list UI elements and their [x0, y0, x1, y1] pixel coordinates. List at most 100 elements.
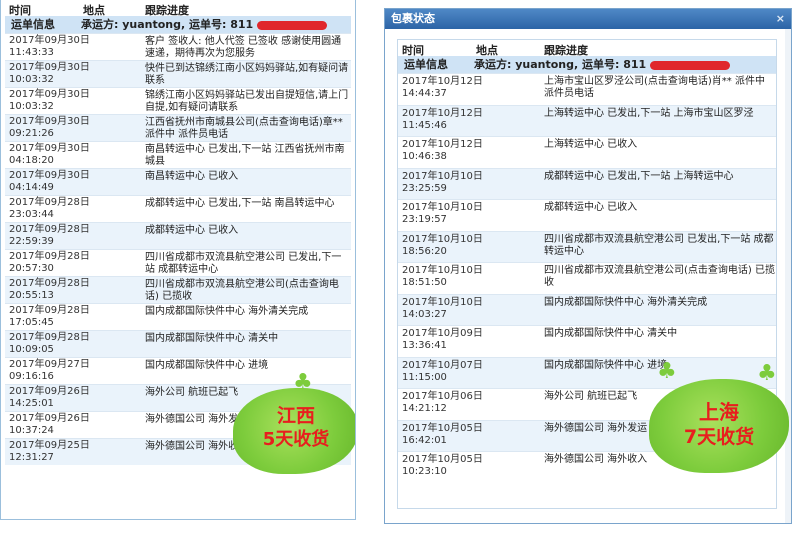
tracking-row: 2017年09月28日 17:05:45 国内成都国际快件中心 海外清关完成	[5, 303, 351, 330]
row-time: 2017年10月07日 11:15:00	[402, 359, 483, 383]
waybill-info: 运单信息 承运方: yuantong, 运单号: 811	[398, 56, 776, 73]
sticker-line1: 江西	[276, 405, 315, 427]
waybill-text: 承运方: yuantong, 运单号: 811	[474, 58, 647, 71]
clover-icon: ♣	[757, 361, 777, 386]
tracking-row: 2017年09月28日 20:55:13 四川省成都市双流县航空港公司(点击查询电…	[5, 276, 351, 303]
tracking-row: 2017年09月28日 22:59:39 成都转运中心 已收入	[5, 222, 351, 249]
row-time: 2017年10月10日 23:25:59	[402, 170, 483, 194]
row-time: 2017年10月12日 11:45:46	[402, 107, 483, 131]
tracking-row: 2017年09月30日 04:14:49 南昌转运中心 已收入	[5, 168, 351, 195]
waybill-info: 运单信息 承运方: yuantong, 运单号: 811	[5, 16, 351, 33]
row-progress: 四川省成都市双流县航空港公司 已发出,下一站 成都转运中心	[145, 252, 342, 275]
tracking-row: 2017年09月28日 23:03:44 成都转运中心 已发出,下一站 南昌转运中…	[5, 195, 351, 222]
package-status-window: 包裹状态 × 时间 地点 跟踪进度 运单信息 承运方: yuantong, 运单号…	[384, 8, 792, 524]
row-progress: 锦绣江南小区妈妈驿站已发出自提短信,请上门自提,如有疑问请联系	[145, 90, 349, 113]
row-progress: 江西省抚州市南城县公司(点击查询电话)章** 派件中 派件员电话	[145, 117, 343, 140]
row-time: 2017年09月28日 22:59:39	[9, 224, 90, 247]
close-icon[interactable]: ×	[776, 9, 785, 29]
tracking-row: 2017年09月30日 09:21:26 江西省抚州市南城县公司(点击查询电话)章…	[5, 114, 351, 141]
jiangxi-sticker: ♣ 江西 5天收货	[233, 370, 355, 478]
row-progress: 国内成都国际快件中心 海外清关完成	[544, 296, 708, 308]
tracking-row: 2017年10月09日 13:36:41 国内成都国际快件中心 清关中	[398, 325, 776, 357]
table-header: 时间 地点 跟踪进度	[5, 0, 351, 17]
row-time: 2017年09月28日 17:05:45	[9, 305, 90, 328]
row-time: 2017年10月06日 14:21:12	[402, 391, 483, 414]
tracking-row: 2017年10月10日 14:03:27 国内成都国际快件中心 海外清关完成	[398, 293, 776, 325]
tracking-row: 2017年10月12日 11:45:46 上海转运中心 已发出,下一站 上海市宝山…	[398, 104, 776, 136]
row-time: 2017年09月28日 20:55:13	[9, 278, 90, 301]
row-time: 2017年09月30日 10:03:32	[9, 62, 90, 85]
header-time: 时间	[402, 44, 424, 57]
row-time: 2017年10月10日 23:19:57	[402, 202, 483, 225]
tracking-row: 2017年10月10日 23:25:59 成都转运中心 已发出,下一站 上海转运中…	[398, 167, 776, 199]
row-progress: 南昌转运中心 已收入	[145, 171, 239, 182]
row-progress: 四川省成都市双流县航空港公司 已发出,下一站 成都转运中心	[544, 233, 774, 257]
sticker-line2: 7天收货	[683, 426, 755, 448]
row-progress: 四川省成都市双流县航空港公司(点击查询电话) 已揽收	[544, 265, 775, 288]
waybill-text: 承运方: yuantong, 运单号: 811	[81, 18, 254, 31]
tracking-row: 2017年09月30日 11:43:33 客户 签收人: 他人代签 已签收 感谢使…	[5, 33, 351, 60]
tracking-row: 2017年10月10日 23:19:57 成都转运中心 已收入	[398, 199, 776, 231]
row-time: 2017年09月27日 09:16:16	[9, 359, 90, 382]
window-titlebar: 包裹状态 ×	[385, 9, 791, 29]
window-title: 包裹状态	[391, 12, 435, 25]
row-progress: 南昌转运中心 已发出,下一站 江西省抚州市南城县	[145, 144, 345, 167]
row-progress: 四川省成都市双流县航空港公司(点击查询电话) 已揽收	[145, 279, 339, 302]
row-time: 2017年10月05日 16:42:01	[402, 422, 483, 446]
table-header: 时间 地点 跟踪进度	[398, 40, 776, 57]
row-progress: 快件已到达锦绣江南小区妈妈驿站,如有疑问请联系	[145, 63, 349, 86]
tracking-row: 2017年10月12日 10:46:38 上海转运中心 已收入	[398, 136, 776, 168]
row-time: 2017年09月25日 12:31:27	[9, 440, 90, 463]
row-progress: 成都转运中心 已发出,下一站 南昌转运中心	[145, 198, 335, 209]
redaction-mark	[650, 60, 731, 70]
row-progress: 上海市宝山区罗泾公司(点击查询电话)肖** 派件中 派件员电话	[544, 76, 765, 99]
row-progress: 国内成都国际快件中心 清关中	[145, 333, 279, 344]
row-time: 2017年09月28日 23:03:44	[9, 197, 90, 220]
row-time: 2017年09月26日 10:37:24	[9, 413, 90, 436]
row-progress: 国内成都国际快件中心 清关中	[544, 328, 678, 339]
tracking-row: 2017年10月10日 18:56:20 四川省成都市双流县航空港公司 已发出,下…	[398, 230, 776, 262]
row-time: 2017年10月05日 10:23:10	[402, 454, 483, 477]
row-time: 2017年09月28日 20:57:30	[9, 251, 90, 274]
clover-icon: ♣	[657, 359, 677, 384]
row-time: 2017年09月30日 09:21:26	[9, 116, 90, 139]
header-place: 地点	[83, 4, 105, 17]
row-time: 2017年10月12日 14:44:37	[402, 76, 483, 99]
row-time: 2017年09月26日 14:25:01	[9, 386, 90, 409]
row-progress: 国内成都国际快件中心 海外清关完成	[145, 306, 309, 317]
row-time: 2017年09月30日 04:18:20	[9, 143, 90, 166]
sticker-line1: 上海	[699, 400, 739, 424]
row-time: 2017年09月30日 11:43:33	[9, 35, 90, 58]
row-progress: 上海转运中心 已发出,下一站 上海市宝山区罗泾	[544, 107, 754, 119]
waybill-label: 运单信息	[404, 58, 448, 71]
tracking-row: 2017年09月28日 10:09:05 国内成都国际快件中心 清关中	[5, 330, 351, 357]
row-progress: 成都转运中心 已发出,下一站 上海转运中心	[544, 170, 734, 182]
shanghai-sticker: ♣ ♣ 上海 7天收货	[649, 359, 789, 477]
row-progress: 客户 签收人: 他人代签 已签收 感谢使用圆通速递，期待再次为您服务	[145, 36, 342, 59]
left-tracking-panel: 时间 地点 跟踪进度 运单信息 承运方: yuantong, 运单号: 811 2…	[0, 0, 356, 520]
row-time: 2017年09月28日 10:09:05	[9, 332, 90, 355]
row-progress: 国内成都国际快件中心 进境	[145, 360, 269, 371]
waybill-label: 运单信息	[11, 18, 55, 31]
tracking-row: 2017年09月30日 10:03:32 快件已到达锦绣江南小区妈妈驿站,如有疑问…	[5, 60, 351, 87]
header-progress: 跟踪进度	[145, 4, 189, 17]
row-time: 2017年09月30日 04:14:49	[9, 170, 90, 193]
row-time: 2017年10月12日 10:46:38	[402, 139, 483, 162]
row-progress: 成都转运中心 已收入	[544, 202, 638, 213]
tracking-row: 2017年09月30日 04:18:20 南昌转运中心 已发出,下一站 江西省抚州…	[5, 141, 351, 168]
sticker-line2: 5天收货	[262, 429, 330, 450]
row-time: 2017年09月30日 10:03:32	[9, 89, 90, 112]
tracking-row: 2017年09月30日 10:03:32 锦绣江南小区妈妈驿站已发出自提短信,请上…	[5, 87, 351, 114]
tracking-row: 2017年10月10日 18:51:50 四川省成都市双流县航空港公司(点击查询电…	[398, 262, 776, 294]
header-time: 时间	[9, 4, 31, 17]
row-progress: 上海转运中心 已收入	[544, 139, 638, 150]
row-time: 2017年10月10日 18:51:50	[402, 265, 483, 288]
row-time: 2017年10月10日 18:56:20	[402, 233, 483, 257]
tracking-row: 2017年10月12日 14:44:37 上海市宝山区罗泾公司(点击查询电话)肖*…	[398, 73, 776, 105]
tracking-row: 2017年09月28日 20:57:30 四川省成都市双流县航空港公司 已发出,下…	[5, 249, 351, 276]
header-progress: 跟踪进度	[544, 44, 588, 57]
row-time: 2017年10月10日 14:03:27	[402, 296, 483, 320]
header-place: 地点	[476, 44, 498, 57]
row-time: 2017年10月09日 13:36:41	[402, 328, 483, 351]
redaction-mark	[257, 20, 328, 30]
